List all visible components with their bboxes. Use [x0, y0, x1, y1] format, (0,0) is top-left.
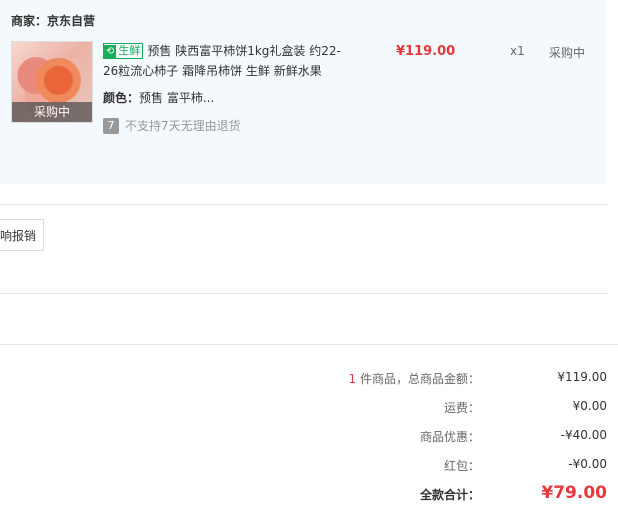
leaf-icon: ⟲ — [104, 45, 117, 59]
fresh-tag-label: 生鲜 — [118, 44, 141, 57]
no-return-notice: 7 不支持7天无理由退货 — [103, 117, 241, 134]
seven-day-icon: 7 — [103, 117, 119, 134]
subtotal-label: 1 件商品，总商品金额： — [348, 372, 480, 386]
redpacket-value: -¥0.00 — [568, 457, 607, 471]
total-label: 全款合计： — [419, 488, 480, 502]
discount-label: 商品优惠： — [419, 430, 480, 444]
no-return-text: 不支持7天无理由退货 — [125, 119, 241, 133]
subtotal-value: ¥119.00 — [557, 370, 607, 384]
order-item-panel: 商家：京东自营 采购中 ⟲ 生鲜 预售 陕西富平柿饼1kg礼盒装 约22-26粒流心… — [0, 0, 607, 184]
summary-shipping-row: 运费： ¥0.00 — [300, 399, 607, 419]
color-value: 预售 富平柿... — [139, 91, 215, 105]
total-value: ¥79.00 — [541, 483, 607, 503]
merchant-info: 商家：京东自营 — [11, 12, 95, 29]
summary-total-row: 全款合计： ¥79.00 — [300, 483, 607, 509]
product-color: 颜色：预售 富平柿... — [103, 89, 214, 106]
merchant-label: 商家： — [11, 14, 48, 28]
divider — [0, 293, 607, 294]
item-price: ¥119.00 — [396, 44, 456, 59]
shipping-label: 运费： — [443, 401, 480, 415]
divider — [0, 204, 607, 205]
merchant-name[interactable]: 京东自营 — [47, 14, 95, 28]
item-status: 采购中 — [549, 46, 586, 60]
fresh-tag: ⟲ 生鲜 — [103, 43, 144, 59]
reimburse-button[interactable]: 响报销 — [0, 219, 44, 251]
shipping-value: ¥0.00 — [572, 399, 607, 413]
thumbnail-status-badge: 采购中 — [12, 102, 92, 122]
item-quantity: x1 — [510, 44, 525, 58]
discount-value: -¥40.00 — [560, 428, 607, 442]
summary-redpacket-row: 红包： -¥0.00 — [300, 457, 607, 477]
product-thumbnail[interactable]: 采购中 — [11, 41, 93, 123]
summary-subtotal-row: 1 件商品，总商品金额： ¥119.00 — [300, 370, 607, 390]
redpacket-label: 红包： — [443, 459, 480, 473]
divider — [0, 344, 618, 345]
product-title-block: ⟲ 生鲜 预售 陕西富平柿饼1kg礼盒装 约22-26粒流心柿子 霜降吊柿饼 生鲜 … — [103, 41, 343, 81]
color-key: 颜色： — [103, 91, 140, 105]
summary-discount-row: 商品优惠： -¥40.00 — [300, 428, 607, 448]
